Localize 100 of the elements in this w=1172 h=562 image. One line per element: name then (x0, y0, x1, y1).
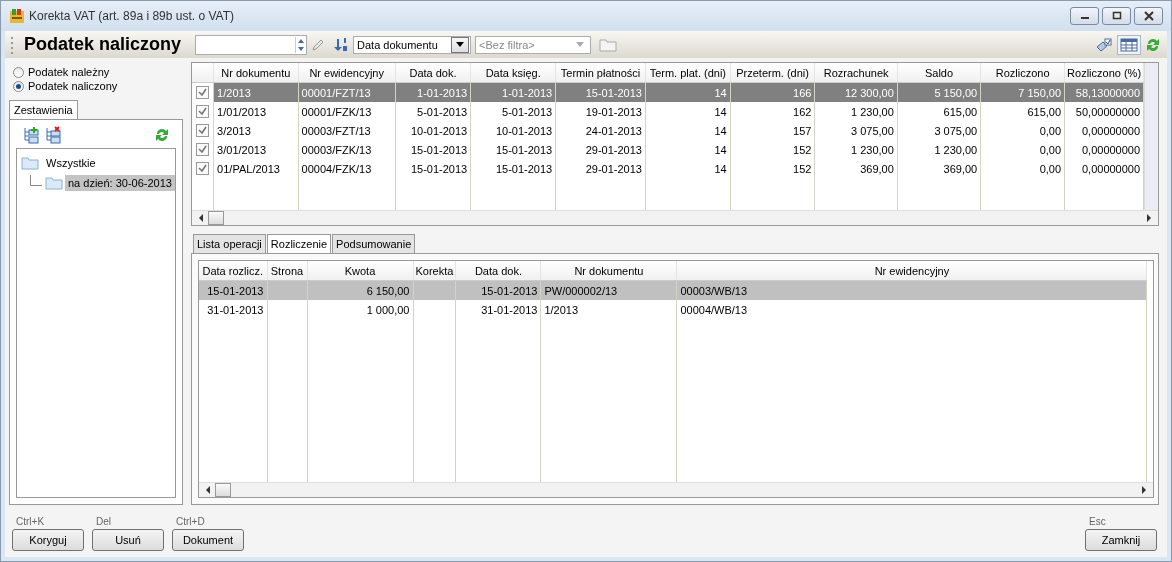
table-cell: 14 (645, 121, 731, 140)
table-cell: 15-01-2013 (395, 159, 471, 178)
row-checkbox[interactable] (196, 86, 210, 100)
table-cell: 00003/FZT/13 (298, 121, 396, 140)
sort-dropdown[interactable]: Data dokumentu (353, 35, 472, 54)
scroll-thumb[interactable] (208, 211, 224, 225)
table-cell: 5-01-2013 (395, 102, 471, 121)
horizontal-scrollbar[interactable] (192, 210, 1158, 225)
column-header[interactable]: Term. plat. (dni) (645, 63, 731, 83)
minimize-button[interactable] (1070, 7, 1099, 25)
window-title: Korekta VAT (art. 89a i 89b ust. o VAT) (29, 9, 234, 23)
table-cell: 152 (730, 159, 815, 178)
tree-item[interactable]: na dzień: 30-06-2013 (65, 175, 175, 191)
maximize-icon (1111, 11, 1122, 21)
sidebar-tab[interactable]: Zestawienia (9, 100, 78, 119)
column-header[interactable]: Nr dokumentu (213, 63, 299, 83)
table-cell: 15-01-2013 (470, 140, 556, 159)
tax-type-radio[interactable]: Podatek należny (13, 66, 183, 78)
scroll-left-icon[interactable] (198, 214, 204, 222)
column-header[interactable]: Rozliczono (%) (1064, 63, 1144, 83)
column-header[interactable]: Nr dokumentu (540, 261, 677, 281)
detail-tab[interactable]: Rozliczenie (266, 234, 332, 253)
app-icon (9, 8, 25, 24)
table-row[interactable]: 1/01/2013 00001/FZK/13 5-01-2013 5-01-2013 19-01-2013 14 162 1 230,00 615,00 615,00 50,00000000 (192, 102, 1144, 121)
detail-tab[interactable]: Podsumowanie (332, 234, 416, 253)
scroll-right-icon[interactable] (1146, 214, 1152, 222)
table-cell: 00003/FZK/13 (298, 140, 396, 159)
column-header[interactable]: Nr ewidencyjny (298, 63, 396, 83)
row-checkbox[interactable] (196, 143, 210, 157)
remove-group-icon[interactable] (44, 126, 62, 144)
column-header[interactable]: Saldo (897, 63, 981, 83)
table-cell: 3/01/2013 (213, 140, 299, 159)
table-cell: 5-01-2013 (470, 102, 556, 121)
shortcut-hint: Ctrl+D (175, 516, 206, 527)
horizontal-scrollbar[interactable] (199, 482, 1153, 497)
scroll-thumb[interactable] (215, 483, 231, 497)
table-row[interactable]: 1/2013 00001/FZT/13 1-01-2013 1-01-2013 15-01-2013 14 166 12 300,00 5 150,00 7 150,00 58,13000000 (192, 82, 1144, 102)
table-cell: 0,00000000 (1064, 140, 1144, 159)
table-cell: 10-01-2013 (395, 121, 471, 140)
pencil-icon[interactable] (311, 37, 326, 52)
column-header[interactable]: Korekta (413, 261, 456, 281)
column-header[interactable]: Rozliczono (980, 63, 1065, 83)
add-group-icon[interactable] (22, 126, 40, 144)
refresh-icon[interactable] (154, 126, 170, 144)
detail-tab[interactable]: Lista operacji (193, 234, 266, 253)
table-row[interactable]: 15-01-2013 6 150,00 15-01-2013 PW/000002/13 00003/WB/13 (199, 280, 1147, 300)
table-cell: 01/PAL/2013 (213, 159, 299, 178)
table-cell: 0,00000000 (1064, 121, 1144, 140)
grip-icon (11, 34, 14, 55)
action-button[interactable]: Zamknij (1085, 529, 1157, 551)
table-row[interactable]: 3/2013 00003/FZT/13 10-01-2013 10-01-2013 24-01-2013 14 157 3 075,00 3 075,00 0,00 0,00000000 (192, 121, 1144, 140)
table-cell: 15-01-2013 (470, 159, 556, 178)
row-checkbox[interactable] (196, 162, 210, 176)
column-header[interactable]: Data dok. (455, 261, 541, 281)
vertical-scrollbar[interactable] (1144, 63, 1158, 210)
close-button[interactable] (1134, 7, 1163, 25)
row-checkbox[interactable] (196, 124, 210, 138)
table-cell: 1/01/2013 (213, 102, 299, 121)
scroll-right-icon[interactable] (1141, 486, 1147, 494)
panel-title: Podatek naliczony (24, 34, 182, 55)
table-cell: 157 (730, 121, 815, 140)
table-cell: 615,00 (897, 102, 981, 121)
search-field[interactable] (195, 34, 308, 55)
tax-type-radio[interactable]: Podatek naliczony (13, 80, 183, 92)
tree-item[interactable]: Wszystkie (43, 155, 99, 171)
maximize-button[interactable] (1102, 7, 1131, 25)
grid-view-button[interactable] (1117, 34, 1141, 55)
column-header[interactable]: Data księg. (470, 63, 556, 83)
table-cell: 31-01-2013 (455, 300, 541, 319)
table-cell: 1/2013 (540, 300, 677, 319)
table-cell: 152 (730, 140, 815, 159)
spin-arrows-icon[interactable] (295, 36, 307, 53)
table-cell: 3 075,00 (897, 121, 981, 140)
column-header[interactable]: Przeterm. (dni) (730, 63, 815, 83)
table-cell: 1 230,00 (897, 140, 981, 159)
column-header[interactable]: Data rozlicz. (199, 261, 267, 281)
action-button[interactable]: Koryguj (12, 529, 84, 551)
column-header[interactable]: Kwota (307, 261, 413, 281)
table-row[interactable]: 01/PAL/2013 00004/FZK/13 15-01-2013 15-01-2013 29-01-2013 14 152 369,00 369,00 0,00 0,00000000 (192, 159, 1144, 178)
tag-icon[interactable] (1095, 36, 1113, 53)
column-header[interactable]: Data dok. (395, 63, 471, 83)
shortcut-hint: Del (95, 516, 112, 527)
action-button[interactable]: Dokument (172, 529, 244, 551)
column-header[interactable]: Rozrachunek (814, 63, 898, 83)
column-header[interactable]: Termin płatności (555, 63, 646, 83)
table-row[interactable]: 3/01/2013 00003/FZK/13 15-01-2013 15-01-2013 29-01-2013 14 152 1 230,00 1 230,00 0,00 0,00000000 (192, 140, 1144, 159)
scroll-left-icon[interactable] (205, 486, 211, 494)
table-cell: 369,00 (897, 159, 981, 178)
action-button[interactable]: Usuń (92, 529, 164, 551)
table-cell: 00004/FZK/13 (298, 159, 396, 178)
table-cell: 1 230,00 (814, 140, 898, 159)
column-header[interactable]: Nr ewidencyjny (676, 261, 1147, 281)
folder-icon (45, 176, 63, 190)
table-cell: 29-01-2013 (555, 140, 646, 159)
sort-icon[interactable] (333, 36, 350, 53)
row-checkbox[interactable] (196, 105, 210, 119)
table-row[interactable]: 31-01-2013 1 000,00 31-01-2013 1/2013 00004/WB/13 (199, 300, 1147, 319)
column-header[interactable]: Strona (267, 261, 307, 281)
caret-icon[interactable] (456, 42, 465, 47)
table-cell: 162 (730, 102, 815, 121)
